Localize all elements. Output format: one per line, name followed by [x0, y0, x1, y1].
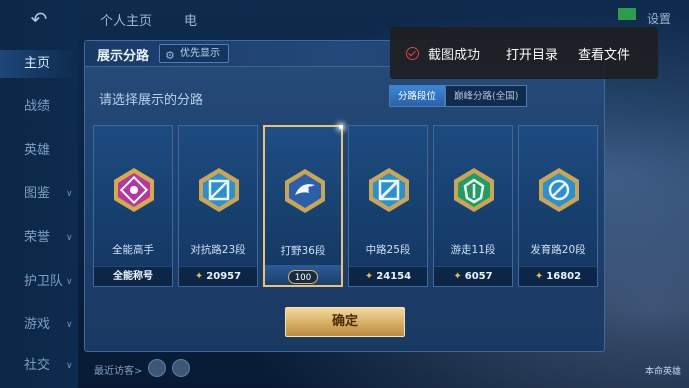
- card-label: 中路25段: [365, 244, 411, 256]
- rank-points-icon: ✦: [364, 271, 374, 282]
- nav-item-honor[interactable]: 荣誉 ∨: [0, 224, 78, 252]
- lane-card-mid[interactable]: 中路25段 ✦ 24154: [348, 125, 428, 287]
- screenshot-toast: 截图成功 打开目录 查看文件: [390, 27, 658, 79]
- toggle-lane-rank[interactable]: 分路段位: [389, 85, 446, 107]
- nav-item-social[interactable]: 社交 ∨: [0, 352, 78, 380]
- tab-second[interactable]: 电: [184, 10, 197, 29]
- nav-label: 护卫队: [24, 274, 64, 289]
- nav-item-guard[interactable]: 护卫队 ∨: [0, 268, 78, 296]
- allround-badge-icon: [114, 168, 154, 212]
- panel-subtitle: 请选择展示的分路: [99, 93, 204, 108]
- card-score: 6057: [464, 271, 493, 282]
- jungle-badge-icon: [285, 169, 325, 213]
- card-label: 打野36段: [280, 245, 326, 257]
- support-badge-icon: [454, 168, 494, 212]
- card-label: 发育路20段: [530, 244, 586, 256]
- nav-label: 图鉴: [24, 186, 51, 201]
- rank-tag-value: 100: [287, 270, 319, 284]
- rank-points-icon: ✦: [534, 271, 544, 282]
- lane-card-support[interactable]: 游走11段 ✦ 6057: [433, 125, 513, 287]
- view-file-link[interactable]: 查看文件: [578, 44, 630, 63]
- card-label: 游走11段: [450, 244, 496, 256]
- nav-label: 英雄: [24, 143, 51, 158]
- card-footer: ✦ 16802: [519, 266, 597, 286]
- left-nav: ↶ 主页 战绩 英雄 图鉴 ∨ 荣誉 ∨ 护卫队 ∨ 游戏 ∨ 社交 ∨: [0, 0, 78, 388]
- avatar[interactable]: [148, 359, 166, 377]
- nav-item-home[interactable]: 主页: [0, 50, 78, 78]
- open-directory-link[interactable]: 打开目录: [506, 44, 558, 63]
- rank-points-icon: ✦: [194, 271, 204, 282]
- chevron-down-icon: ∨: [66, 320, 73, 330]
- card-label: 对抗路23段: [190, 244, 246, 256]
- nav-label: 游戏: [24, 317, 51, 332]
- nav-item-record[interactable]: 战绩: [0, 93, 78, 121]
- card-footer: 全能称号: [94, 266, 172, 286]
- card-label: 全能高手: [112, 244, 154, 256]
- card-footer: ✦ 24154: [349, 266, 427, 286]
- signature-hero-label: 本命英雄: [644, 367, 681, 377]
- lane-card-jungle[interactable]: 打野36段 100: [263, 125, 343, 287]
- nav-label: 荣誉: [24, 230, 51, 245]
- card-score: 16802: [546, 271, 582, 282]
- card-score: 20957: [206, 271, 242, 282]
- gear-icon: ⚙: [165, 49, 175, 62]
- chevron-down-icon: ∨: [66, 189, 73, 199]
- confirm-button[interactable]: 确定: [285, 307, 405, 337]
- lane-display-panel: 展示分路 ⚙ 优先显示 请选择展示的分路 分路段位 巅峰分路(全国) 全能高手 …: [84, 40, 605, 352]
- nav-item-games[interactable]: 游戏 ∨: [0, 311, 78, 339]
- panel-title: 展示分路: [97, 49, 150, 64]
- settings-link[interactable]: 设置: [647, 10, 671, 27]
- sparkle-decoration: [339, 125, 343, 129]
- recent-visitors-link[interactable]: 最近访客>: [94, 362, 142, 377]
- nav-label: 战绩: [24, 99, 51, 114]
- lane-mode-toggle: 分路段位 巅峰分路(全国): [389, 85, 528, 107]
- lane-card-list: 全能高手 全能称号 对抗路23段 ✦ 20957 打野36段 100 中路25段…: [93, 125, 598, 287]
- rank-points-icon: ✦: [453, 271, 462, 282]
- toggle-peak-lane[interactable]: 巅峰分路(全国): [445, 85, 528, 107]
- nav-label: 主页: [24, 56, 51, 71]
- lane-card-farm[interactable]: 发育路20段 ✦ 16802: [518, 125, 598, 287]
- chevron-down-icon: ∨: [66, 361, 73, 371]
- check-circle-icon: [406, 47, 419, 60]
- card-footer: ✦ 20957: [179, 266, 257, 286]
- lane-card-allround[interactable]: 全能高手 全能称号: [93, 125, 173, 287]
- chevron-down-icon: ∨: [66, 233, 73, 243]
- card-score: 24154: [376, 271, 412, 282]
- lane-card-top[interactable]: 对抗路23段 ✦ 20957: [178, 125, 258, 287]
- flag-icon: [618, 8, 636, 20]
- priority-label: 优先显示: [180, 48, 220, 59]
- mid-lane-badge-icon: [369, 168, 409, 212]
- priority-display-button[interactable]: ⚙ 优先显示: [159, 44, 229, 63]
- farm-lane-badge-icon: [539, 168, 579, 212]
- avatar[interactable]: [172, 359, 190, 377]
- nav-label: 社交: [24, 358, 51, 373]
- nav-item-heroes[interactable]: 英雄: [0, 137, 78, 165]
- nav-item-gallery[interactable]: 图鉴 ∨: [0, 180, 78, 208]
- toast-message: 截图成功: [428, 48, 481, 63]
- peak-rank-tag: 100: [265, 265, 341, 285]
- back-arrow-icon[interactable]: ↶: [22, 8, 56, 30]
- top-lane-badge-icon: [199, 168, 239, 212]
- tab-profile[interactable]: 个人主页: [100, 10, 152, 29]
- bottom-bar: 最近访客> 本命英雄: [78, 352, 689, 388]
- chevron-down-icon: ∨: [66, 277, 73, 287]
- card-footer: ✦ 6057: [434, 266, 512, 286]
